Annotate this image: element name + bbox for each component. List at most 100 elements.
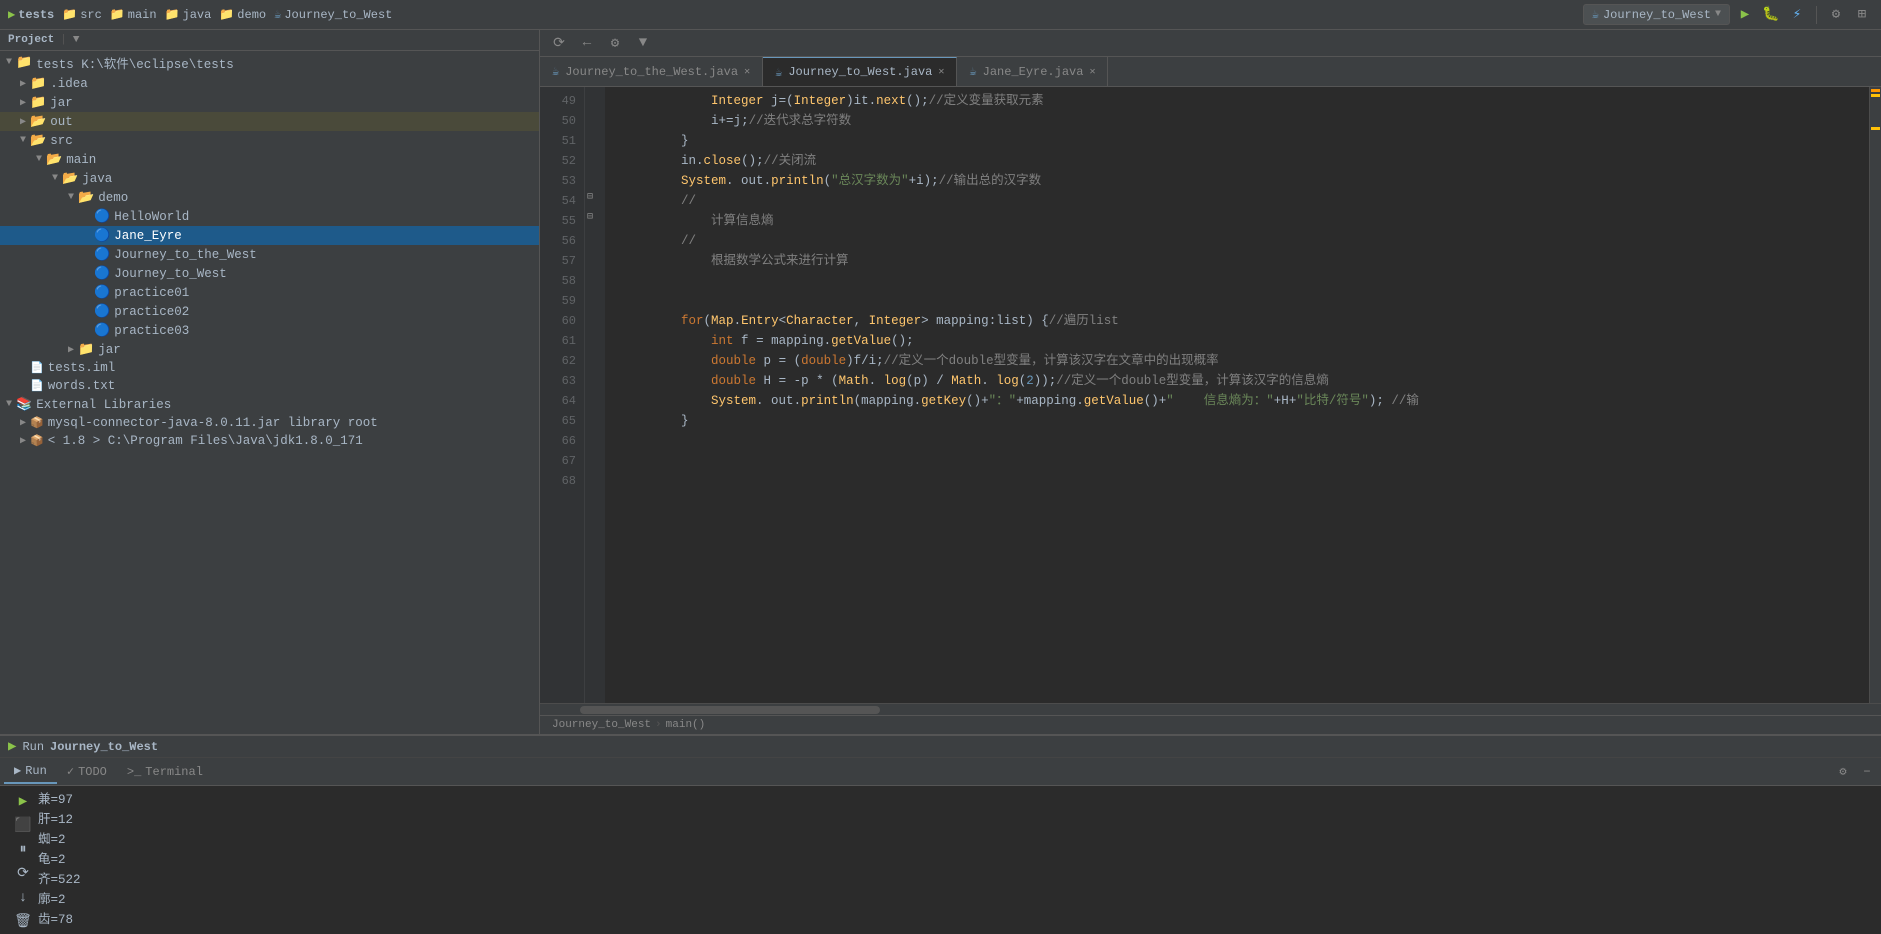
tree-item-jar-demo[interactable]: ▶ 📁 jar [0, 340, 539, 359]
bc-main: main [128, 8, 157, 22]
file-icon-iml: 📄 [30, 361, 44, 375]
filter-btn[interactable]: ▼ [632, 32, 654, 54]
tree-item-tests-iml[interactable]: ▶ 📄 tests.iml [0, 359, 539, 377]
bottom-tabs: ▶ Run ✓ TODO >_ Terminal ⚙ − [0, 758, 1881, 786]
tree-item-practice03[interactable]: ▶ 🔵 practice03 [0, 321, 539, 340]
tree-item-demo[interactable]: ▼ 📂 demo [0, 188, 539, 207]
folder-icon-jar1: 📁 [30, 95, 46, 110]
code-line-49: Integer j=(Integer)it.next();//定义变量获取元素 [621, 91, 1869, 111]
separator [1816, 6, 1817, 24]
run-file: Journey_to_West [50, 740, 158, 754]
output-line-3: 蜘=2 [38, 830, 1873, 850]
console-left-controls: ▶ ⬛ ⏸ ⟳ ↓ 🗑 [8, 790, 38, 930]
tab-close-jw[interactable]: ✕ [938, 66, 944, 78]
expand-arrow-jar1: ▶ [16, 97, 30, 109]
output-line-4: 龟=2 [38, 850, 1873, 870]
folder-icon-idea: 📁 [30, 76, 46, 91]
scroll-down-btn[interactable]: ↓ [19, 888, 27, 908]
pause-btn[interactable]: ⏸ [20, 840, 27, 860]
bottom-tab-todo[interactable]: ✓ TODO [57, 760, 117, 783]
tree-item-practice01[interactable]: ▶ 🔵 practice01 [0, 283, 539, 302]
tree-label-out: out [50, 115, 535, 129]
coverage-button[interactable]: ⚡ [1786, 4, 1808, 26]
code-content[interactable]: Integer j=(Integer)it.next();//定义变量获取元素 … [605, 87, 1869, 703]
folder-icon-main: 📂 [46, 152, 62, 167]
run-config-label: Journey_to_West [1603, 8, 1711, 22]
debug-button[interactable]: 🐛 [1760, 4, 1782, 26]
right-scrollbar[interactable] [1869, 87, 1881, 703]
tree-item-jdk[interactable]: ▶ 📦 < 1.8 > C:\Program Files\Java\jdk1.8… [0, 432, 539, 450]
horizontal-scrollbar[interactable] [540, 703, 1881, 715]
run-config-dropdown[interactable]: ☕ Journey_to_West ▼ [1583, 4, 1730, 25]
run-header: ▶ Run Journey_to_West [0, 736, 1881, 758]
tab-jane-eyre[interactable]: ☕ Jane_Eyre.java ✕ [957, 57, 1108, 86]
expand-arrow-demo: ▼ [64, 192, 78, 203]
tree-item-mysql[interactable]: ▶ 📦 mysql-connector-java-8.0.11.jar libr… [0, 414, 539, 432]
tree-label-jar1: jar [50, 96, 535, 110]
tree-item-ext-libs[interactable]: ▼ 📚 External Libraries [0, 395, 539, 414]
ext-libs-icon: 📚 [16, 397, 32, 412]
tree-item-helloworld[interactable]: ▶ 🔵 HelloWorld [0, 207, 539, 226]
tree-item-out[interactable]: ▶ 📂 out [0, 112, 539, 131]
sidebar-header: Project | ▼ [0, 30, 539, 51]
tab-label-jtw: Journey_to_the_West.java [565, 65, 738, 79]
tree-label-java: java [82, 172, 535, 186]
bc-demo: demo [237, 8, 266, 22]
tab-journey-west[interactable]: ☕ Journey_to_West.java ✕ [763, 57, 957, 86]
tree-label-jane: Jane_Eyre [114, 229, 535, 243]
code-line-56 [621, 271, 1869, 291]
tree-item-practice02[interactable]: ▶ 🔵 practice02 [0, 302, 539, 321]
scroll-marker-2 [1871, 94, 1880, 97]
tree-item-tests[interactable]: ▼ 📁 tests K:\软件\eclipse\tests [0, 51, 539, 74]
code-line-66 [621, 471, 1869, 491]
tab-label-jw: Journey_to_West.java [788, 65, 932, 79]
run-button[interactable]: ▶ [1734, 4, 1756, 26]
code-editor[interactable]: 4950515253 5455565758 5960616263 6465666… [540, 87, 1881, 703]
tab-journey-the-west[interactable]: ☕ Journey_to_the_West.java ✕ [540, 57, 763, 86]
code-line-50: i+=j;//迭代求总字符数 [621, 111, 1869, 131]
tree-item-java[interactable]: ▼ 📂 java [0, 169, 539, 188]
panel-settings-btn[interactable]: ⚙ [1833, 762, 1853, 782]
bc-active-file: Journey_to_West [284, 8, 392, 22]
breadcrumb-java: 📁 java [165, 7, 212, 22]
tab-close-jane[interactable]: ✕ [1089, 66, 1095, 78]
tree-item-src[interactable]: ▼ 📂 src [0, 131, 539, 150]
todo-tab-icon: ✓ [67, 764, 74, 779]
reload-btn[interactable]: ⟳ [17, 864, 29, 884]
file-tree[interactable]: ▼ 📁 tests K:\软件\eclipse\tests ▶ 📁 .idea … [0, 51, 539, 734]
scroll-thumb [580, 706, 880, 714]
tree-item-idea[interactable]: ▶ 📁 .idea [0, 74, 539, 93]
terminal-tab-icon: >_ [127, 765, 141, 779]
tree-item-journey-west[interactable]: ▶ 🔵 Journey_to_the_West [0, 245, 539, 264]
todo-tab-label: TODO [78, 765, 107, 779]
file-icon-words: 📄 [30, 379, 44, 393]
tree-item-jane-eyre[interactable]: ▶ 🔵 Jane_Eyre [0, 226, 539, 245]
tab-icon-jtw: ☕ [552, 64, 559, 79]
bottom-tab-run[interactable]: ▶ Run [4, 759, 57, 784]
tree-item-words-txt[interactable]: ▶ 📄 words.txt [0, 377, 539, 395]
breadcrumb-tests: tests [18, 8, 54, 22]
panel-minimize-btn[interactable]: − [1857, 762, 1877, 782]
maximize-button[interactable]: ⊞ [1851, 4, 1873, 26]
line-numbers: 4950515253 5455565758 5960616263 6465666… [540, 87, 585, 703]
tree-label-jar-demo: jar [98, 343, 535, 357]
tab-icon-jane: ☕ [969, 64, 976, 79]
tab-close-jtw[interactable]: ✕ [744, 66, 750, 78]
run-tab-label: Run [25, 764, 47, 778]
play-btn[interactable]: ▶ [19, 792, 27, 812]
folder-icon-tests: 📁 [16, 55, 32, 70]
tree-item-jar1[interactable]: ▶ 📁 jar [0, 93, 539, 112]
tree-item-journey-w[interactable]: ▶ 🔵 Journey_to_West [0, 264, 539, 283]
clear-btn[interactable]: 🗑 [14, 912, 32, 932]
code-line-53: System. out.println("总汉字数为"+i);//输出总的汉字数 [621, 171, 1869, 191]
code-line-68 [621, 511, 1869, 531]
nav-back-btn[interactable]: ← [576, 32, 598, 54]
tree-label-main: main [66, 153, 535, 167]
sync-btn[interactable]: ⟳ [548, 32, 570, 54]
bottom-tab-terminal[interactable]: >_ Terminal [117, 761, 213, 783]
settings-btn2[interactable]: ⚙ [604, 32, 626, 54]
breadcrumb-method: main() [666, 719, 706, 731]
stop-btn[interactable]: ⬛ [14, 816, 31, 836]
tree-item-main[interactable]: ▼ 📂 main [0, 150, 539, 169]
settings-button[interactable]: ⚙ [1825, 4, 1847, 26]
